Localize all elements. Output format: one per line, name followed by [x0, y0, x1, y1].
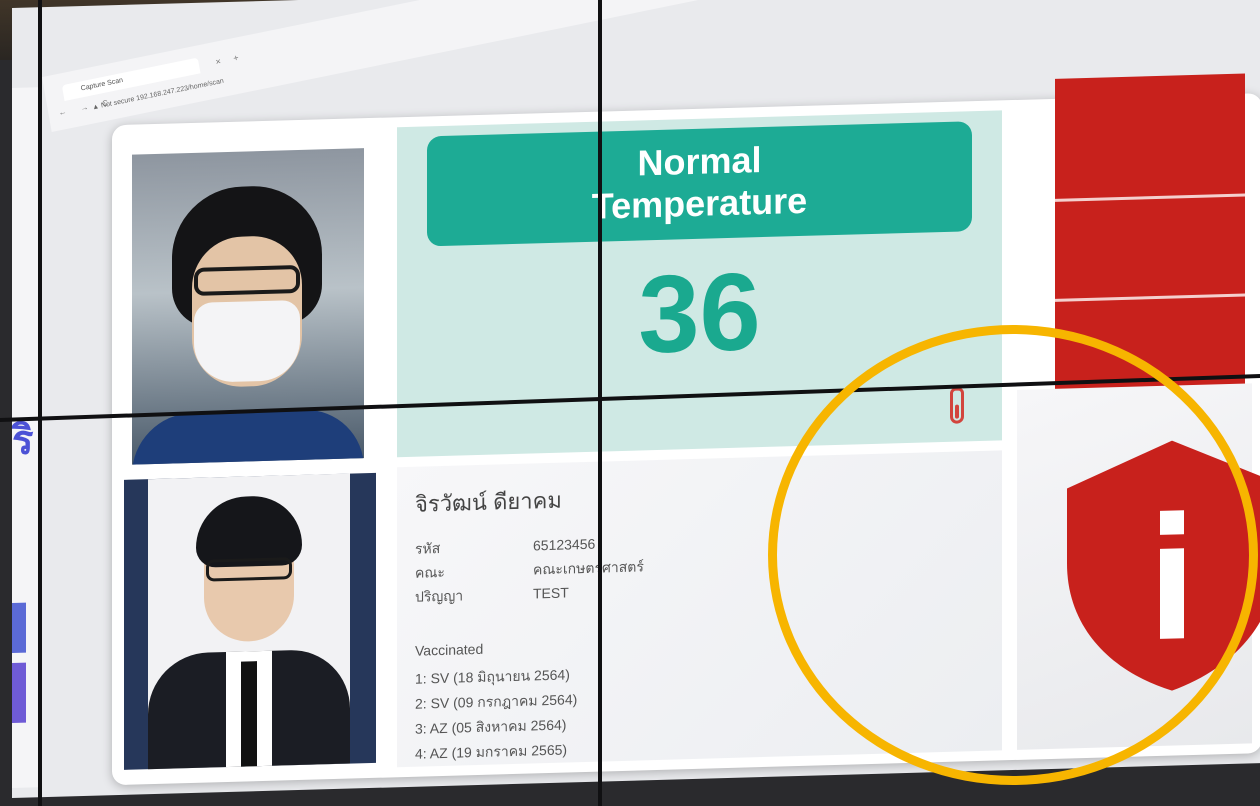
registered-id-photo [124, 472, 376, 770]
field-row-faculty: คณะ คณะเกษตรศาสตร์ [415, 556, 644, 584]
left-window-blue-block [12, 602, 26, 653]
scan-result-card: Normal Temperature 36 จิรวัฒน์ ดียาคม รห… [112, 73, 1260, 786]
vaccinated-heading: Vaccinated [415, 640, 484, 659]
thermometer-icon [950, 387, 964, 424]
field-label: คณะ [415, 563, 445, 581]
person-name: จิรวัฒน์ ดียาคม [415, 487, 562, 517]
red-panel-divider [1055, 193, 1245, 202]
temperature-panel: Normal Temperature 36 [397, 110, 1002, 458]
new-tab-icon[interactable]: + [232, 49, 240, 66]
field-label: ปริญญา [415, 587, 464, 605]
red-panel-divider [1055, 293, 1245, 302]
field-label: รหัส [415, 540, 441, 557]
person-info-panel: จิรวัฒน์ ดียาคม รหัส 65123456 คณะ คณะเกษตร… [397, 450, 1002, 768]
field-value: 65123456 [533, 535, 596, 554]
field-row-degree: ปริญญา TEST [415, 582, 569, 608]
vaccination-list: 1: SV (18 มิถุนายน 2564) 2: SV (09 กรกฎา… [415, 662, 577, 767]
left-window-purple-block [12, 662, 26, 723]
close-tab-icon[interactable]: × [214, 53, 222, 70]
field-row-id: รหัส 65123456 [415, 534, 595, 561]
alert-panel [1017, 383, 1260, 750]
field-value: TEST [533, 584, 569, 602]
browser-tab-title: Capture Scan [80, 76, 124, 93]
field-value: คณะเกษตรศาสตร์ [533, 558, 644, 578]
shield-info-icon [1067, 440, 1260, 691]
video-wall: ริ Capture Scan × + ← → C ▲ Not secure 1… [0, 0, 1260, 806]
wall-bezel [38, 0, 42, 806]
live-capture-photo [132, 148, 364, 465]
wall-bezel [598, 0, 602, 806]
vaccination-item: 4: AZ (19 มกราคม 2565) [415, 741, 568, 762]
temperature-status-banner: Normal Temperature [427, 121, 972, 247]
temperature-value: 36 [638, 250, 761, 377]
